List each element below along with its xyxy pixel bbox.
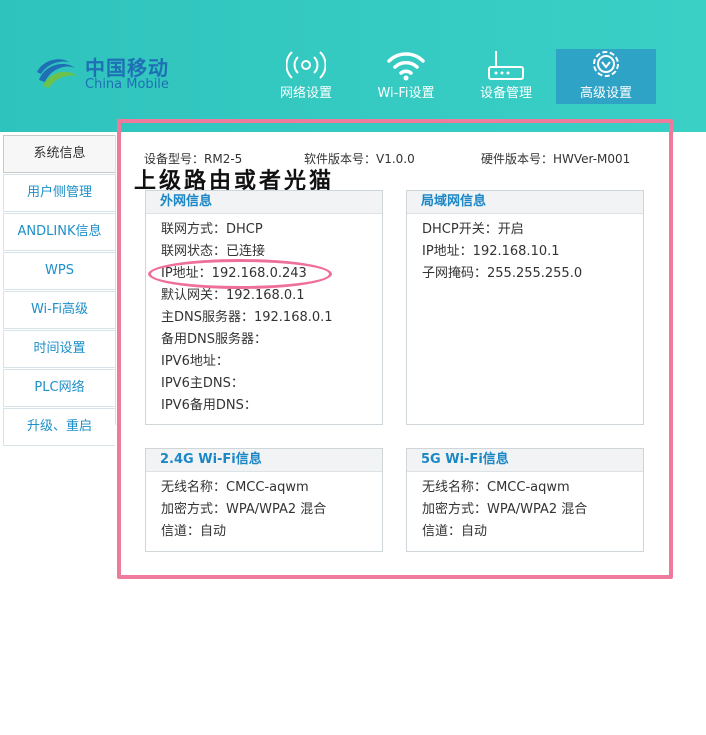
wifi-5g-ssid: 无线名称：CMCC-aqwm <box>422 480 570 495</box>
wan-primary-dns: 主DNS服务器：192.168.0.1 <box>161 310 333 325</box>
wifi-24g-panel: 2.4G Wi-Fi信息 无线名称：CMCC-aqwm 加密方式：WPA/WPA… <box>145 448 383 552</box>
panel-title: 5G Wi-Fi信息 <box>407 449 643 472</box>
wan-secondary-dns: 备用DNS服务器： <box>161 332 267 347</box>
hardware-version: 硬件版本号：HWVer-M001 <box>481 152 631 166</box>
sidebar-item-system-info[interactable]: 系统信息 <box>3 135 115 173</box>
nav-network-settings[interactable]: 网络设置 <box>256 49 356 104</box>
sidebar-divider <box>115 135 116 425</box>
wan-ipv6-secondary-dns: IPV6备用DNS： <box>161 398 257 413</box>
wifi-5g-encryption: 加密方式：WPA/WPA2 混合 <box>422 502 588 517</box>
wan-info-panel: 外网信息 联网方式：DHCP 联网状态：已连接 IP地址：192.168.0.2… <box>145 190 383 425</box>
nav-label: 网络设置 <box>279 86 332 101</box>
router-icon <box>488 51 524 80</box>
china-mobile-logo-icon <box>37 59 77 88</box>
wifi-24g-ssid: 无线名称：CMCC-aqwm <box>161 480 309 495</box>
nav-device-management[interactable]: 设备管理 <box>456 49 556 104</box>
sidebar-item-plc-network[interactable]: PLC网络 <box>3 369 115 407</box>
wifi-5g-channel: 信道：自动 <box>422 524 488 539</box>
signal-icon <box>286 51 326 79</box>
lan-ip-address: IP地址：192.168.10.1 <box>422 244 560 259</box>
sidebar-item-wifi-advanced[interactable]: Wi-Fi高级 <box>3 291 115 329</box>
sidebar: 系统信息 用户侧管理 ANDLINK信息 WPS Wi-Fi高级 时间设置 PL… <box>3 135 115 447</box>
wan-ipv6-primary-dns: IPV6主DNS： <box>161 376 244 391</box>
sidebar-item-time-settings[interactable]: 时间设置 <box>3 330 115 368</box>
wifi-24g-encryption: 加密方式：WPA/WPA2 混合 <box>161 502 327 517</box>
panel-title: 2.4G Wi-Fi信息 <box>146 449 382 472</box>
wan-ipv6-address: IPV6地址： <box>161 354 229 369</box>
sidebar-item-andlink[interactable]: ANDLINK信息 <box>3 213 115 251</box>
china-mobile-logo: 中国移动 China Mobile <box>35 50 185 98</box>
gear-icon <box>593 51 619 77</box>
wifi-5g-panel: 5G Wi-Fi信息 无线名称：CMCC-aqwm 加密方式：WPA/WPA2 … <box>406 448 644 552</box>
ip-highlight-circle <box>148 259 332 289</box>
lan-subnet-mask: 子网掩码：255.255.255.0 <box>422 266 583 281</box>
wan-connection-type: 联网方式：DHCP <box>161 222 263 237</box>
wifi-24g-channel: 信道：自动 <box>161 524 227 539</box>
nav-label: 设备管理 <box>479 86 532 101</box>
lan-info-panel: 局域网信息 DHCP开关：开启 IP地址：192.168.10.1 子网掩码：2… <box>406 190 644 425</box>
panel-title: 外网信息 <box>146 191 382 214</box>
lan-dhcp-switch: DHCP开关：开启 <box>422 222 524 237</box>
nav-advanced-settings[interactable]: 高级设置 <box>556 49 656 104</box>
sidebar-item-user-management[interactable]: 用户侧管理 <box>3 174 115 212</box>
top-header: 中国移动 China Mobile 网络设置 Wi-Fi设置 设备管理 高级设置 <box>0 0 706 132</box>
panel-title: 局域网信息 <box>407 191 643 214</box>
nav-label: Wi-Fi设置 <box>377 86 435 101</box>
nav-label: 高级设置 <box>579 86 632 101</box>
sidebar-item-wps[interactable]: WPS <box>3 252 115 290</box>
wifi-icon <box>387 52 425 81</box>
brand-name-en: China Mobile <box>85 77 169 92</box>
nav-wifi-settings[interactable]: Wi-Fi设置 <box>356 49 456 104</box>
sidebar-item-upgrade-restart[interactable]: 升级、重启 <box>3 408 115 446</box>
